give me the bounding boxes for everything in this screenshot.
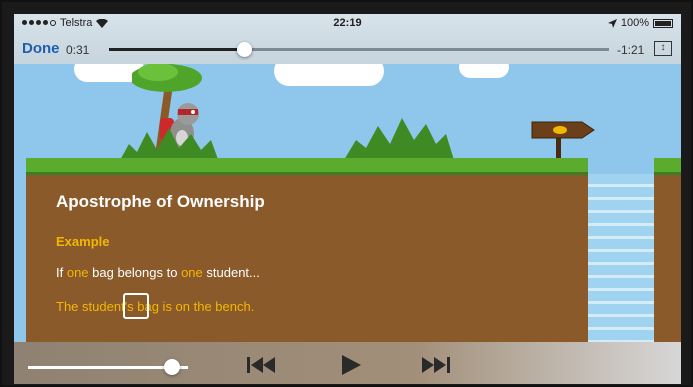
example-heading: Example — [56, 234, 110, 249]
apostrophe-highlight-box — [123, 293, 149, 319]
signpost-illustration — [531, 121, 595, 160]
progress-fill — [109, 48, 244, 51]
example-sentence-2: The student's bag is on the bench. — [56, 299, 255, 314]
signal-strength-icon — [22, 20, 56, 26]
waterfall — [588, 174, 654, 364]
battery-percent: 100% — [620, 17, 649, 29]
grass-strip — [26, 158, 588, 175]
carrier-name: Telstra — [60, 17, 93, 29]
sentence-text: If — [56, 265, 67, 280]
elapsed-time: 0:31 — [66, 43, 90, 57]
player-top-bar: Telstra 22:19 100% Done 0:31 -1:21 ↕ — [14, 14, 681, 64]
example-sentence-1: If one bag belongs to one student... — [56, 265, 260, 280]
done-button[interactable]: Done — [22, 40, 60, 57]
grass-strip — [654, 158, 681, 175]
volume-knob[interactable] — [164, 359, 180, 375]
progress-knob[interactable] — [237, 42, 252, 57]
lesson-title: Apostrophe of Ownership — [56, 192, 265, 211]
volume-slider[interactable] — [28, 359, 188, 375]
sentence-text: student... — [202, 265, 260, 280]
location-arrow-icon — [607, 18, 617, 28]
skip-back-icon[interactable] — [247, 356, 277, 374]
bush-illustration — [119, 128, 219, 162]
progress-slider[interactable] — [109, 42, 609, 57]
battery-info: 100% — [607, 17, 673, 29]
wifi-icon — [96, 18, 109, 28]
status-time: 22:19 — [333, 17, 362, 29]
highlight-word: one — [181, 265, 203, 280]
battery-icon — [653, 18, 673, 28]
ground-platform — [26, 158, 588, 358]
bush-illustration — [344, 118, 454, 160]
video-scene[interactable]: Apostrophe of Ownership Example If one b… — [14, 14, 681, 384]
status-bar: Telstra 22:19 100% — [14, 14, 681, 32]
remaining-time: -1:21 — [617, 43, 645, 57]
highlight-word: one — [66, 265, 89, 280]
sentence-text: bag belongs to — [88, 265, 182, 280]
video-player-frame: Apostrophe of Ownership Example If one b… — [0, 0, 693, 387]
aspect-fit-icon[interactable]: ↕ — [654, 41, 672, 56]
carrier-info: Telstra — [22, 17, 109, 29]
playback-controls — [14, 342, 681, 384]
scrub-bar: Done 0:31 -1:21 ↕ — [14, 36, 681, 62]
skip-forward-icon[interactable] — [420, 356, 450, 374]
ground-platform-right — [654, 158, 681, 358]
play-icon[interactable] — [340, 354, 362, 376]
